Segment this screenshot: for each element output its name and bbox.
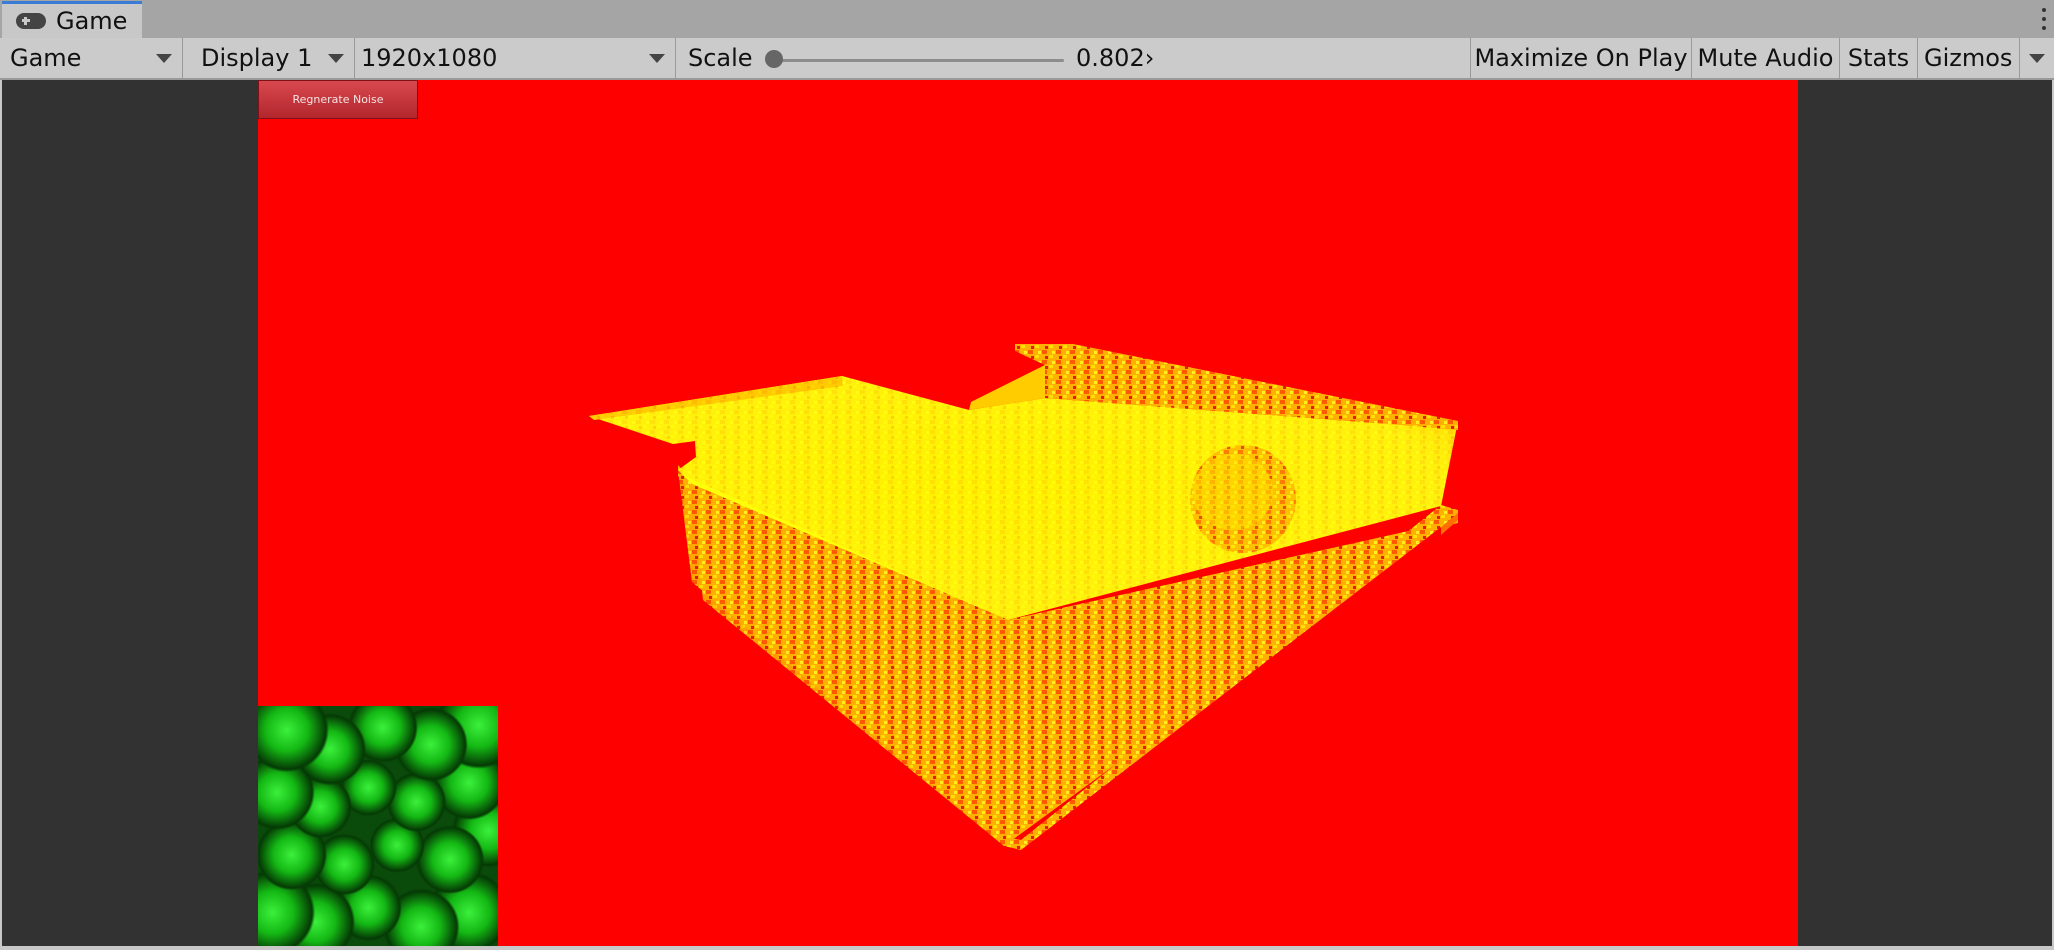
- gizmos-toggle[interactable]: Gizmos: [1918, 38, 2020, 78]
- display-label: Display 1: [201, 44, 313, 72]
- regenerate-noise-button[interactable]: Regnerate Noise: [258, 80, 418, 119]
- tab-game[interactable]: Game: [2, 1, 142, 38]
- display-dropdown[interactable]: Display 1: [183, 38, 355, 78]
- gizmos-dropdown[interactable]: [2020, 38, 2054, 78]
- tab-bar: Game: [0, 0, 2054, 38]
- mute-audio-toggle[interactable]: Mute Audio: [1692, 38, 1840, 78]
- regenerate-noise-label: Regnerate Noise: [292, 93, 384, 106]
- resolution-label: 1920x1080: [361, 44, 498, 72]
- tab-label: Game: [56, 7, 128, 35]
- stats-label: Stats: [1847, 44, 1910, 72]
- scale-slider-handle[interactable]: [765, 50, 783, 68]
- stats-toggle[interactable]: Stats: [1840, 38, 1918, 78]
- scale-value: 0.802›: [1076, 44, 1155, 72]
- chevron-down-icon: [2029, 54, 2045, 63]
- chevron-down-icon: [156, 54, 172, 63]
- maximize-on-play-toggle[interactable]: Maximize On Play: [1471, 38, 1692, 78]
- gizmos-label: Gizmos: [1924, 44, 2013, 72]
- view-mode-dropdown[interactable]: Game: [0, 38, 183, 78]
- maximize-on-play-label: Maximize On Play: [1474, 44, 1688, 72]
- view-mode-label: Game: [10, 44, 82, 72]
- noise-preview-image: [258, 706, 498, 946]
- scale-slider-track[interactable]: [766, 59, 1064, 62]
- game-viewport[interactable]: Regnerate Noise: [258, 80, 1798, 946]
- scale-label: Scale: [688, 44, 753, 72]
- scale-control: Scale 0.802›: [676, 38, 1471, 78]
- mute-audio-label: Mute Audio: [1697, 44, 1834, 72]
- chevron-down-icon: [649, 54, 665, 63]
- chevron-down-icon: [328, 54, 344, 63]
- more-options-icon[interactable]: [2040, 8, 2048, 30]
- resolution-dropdown[interactable]: 1920x1080: [355, 38, 676, 78]
- gamepad-icon: [16, 13, 46, 29]
